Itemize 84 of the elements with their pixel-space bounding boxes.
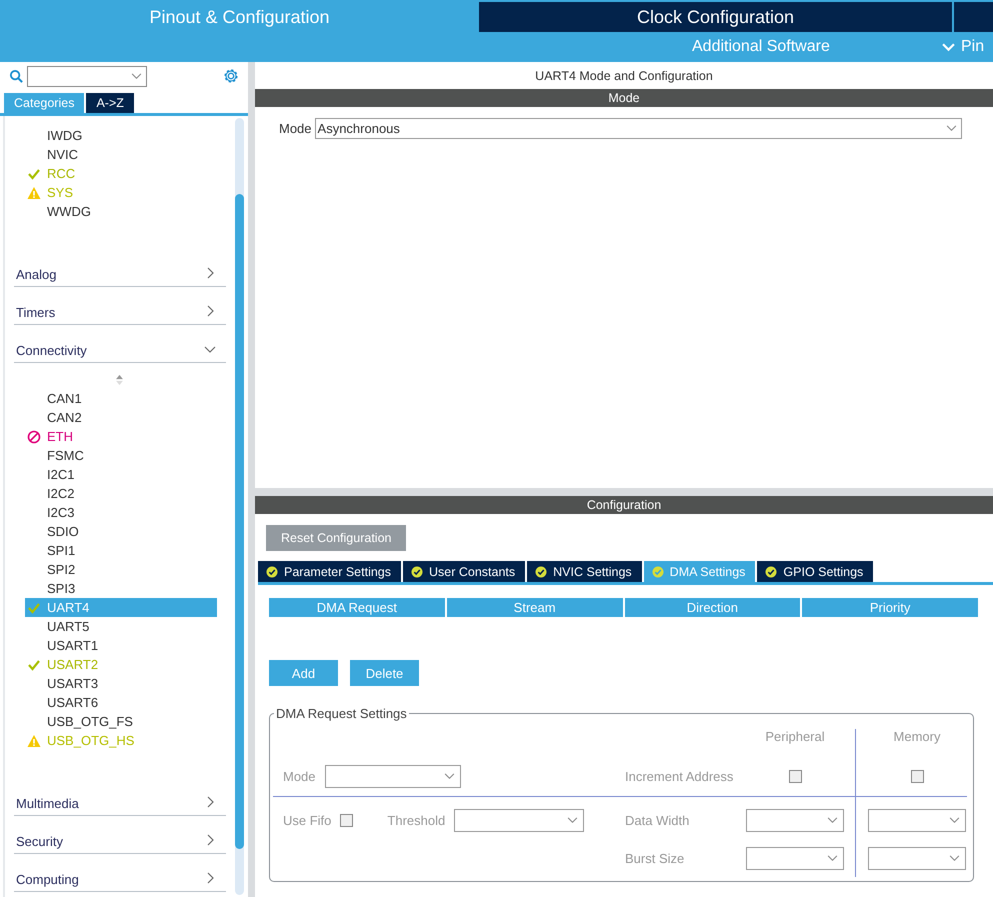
chevron-down-icon: [827, 816, 838, 824]
mode-dropdown[interactable]: Asynchronous: [314, 118, 962, 139]
dropdown[interactable]: [746, 846, 844, 870]
column-heading: Memory: [892, 729, 942, 744]
group-title: DMA Request Settings: [274, 706, 409, 721]
category-header[interactable]: Analog: [14, 249, 226, 287]
dropdown[interactable]: [746, 808, 844, 832]
checkbox[interactable]: [788, 770, 802, 782]
scrollbar-thumb[interactable]: [235, 194, 244, 849]
peripheral-item[interactable]: NVIC: [25, 145, 217, 164]
peripheral-item[interactable]: USART6: [25, 693, 217, 712]
prohibited-icon: [27, 430, 41, 444]
category-header[interactable]: Computing: [14, 854, 226, 892]
scrollbar[interactable]: [235, 118, 244, 895]
check-circle-icon: [266, 566, 278, 578]
column-header: Priority: [802, 598, 978, 617]
peripheral-item[interactable]: SPI3: [25, 579, 217, 598]
chevron-down-icon: [946, 125, 957, 132]
panel-title: UART4 Mode and Configuration: [534, 68, 714, 85]
field-label: Use Fifo: [283, 812, 332, 828]
peripheral-item[interactable]: IWDG: [25, 126, 217, 145]
peripheral-item[interactable]: USART3: [25, 674, 217, 693]
peripheral-item[interactable]: SDIO: [25, 522, 217, 541]
category-header[interactable]: Timers: [14, 287, 226, 325]
peripheral-item[interactable]: I2C3: [25, 503, 217, 522]
field-label: Mode: [279, 121, 312, 136]
dropdown[interactable]: [868, 808, 966, 832]
peripheral-item[interactable]: I2C2: [25, 484, 217, 503]
check-circle-icon: [411, 566, 423, 578]
field-label: Burst Size: [625, 850, 686, 866]
section-header: Mode: [255, 89, 993, 107]
tab[interactable]: Clock Configuration: [479, 2, 952, 32]
peripheral-item[interactable]: SPI1: [25, 541, 217, 560]
tab[interactable]: GPIO Settings: [757, 561, 874, 582]
peripheral-item[interactable]: ETH: [25, 427, 217, 446]
tab[interactable]: Parameter Settings: [258, 561, 401, 582]
peripheral-item[interactable]: USART1: [25, 636, 217, 655]
peripheral-item[interactable]: FSMC: [25, 446, 217, 465]
peripheral-item[interactable]: USB_OTG_FS: [25, 712, 217, 731]
peripheral-item[interactable]: UART5: [25, 617, 217, 636]
chevron-down-icon: [567, 816, 578, 824]
peripheral-item[interactable]: SPI2: [25, 560, 217, 579]
check-circle-icon: [765, 566, 778, 578]
column-header: Stream: [446, 598, 622, 617]
field-label: Increment Address: [625, 768, 734, 784]
threshold-dropdown[interactable]: [454, 808, 584, 832]
tab[interactable]: NVIC Settings: [527, 561, 642, 582]
column-heading: Peripheral: [764, 729, 826, 744]
checkbox[interactable]: [910, 770, 924, 782]
column-header: Direction: [624, 598, 800, 617]
sort-icon[interactable]: [115, 374, 124, 386]
category-header[interactable]: Security: [14, 816, 226, 854]
field-label: Data Width: [625, 812, 690, 828]
tab[interactable]: A->Z: [86, 93, 134, 113]
warning-icon: [27, 734, 41, 748]
category-header[interactable]: Connectivity: [14, 325, 226, 363]
tab[interactable]: User Constants: [403, 561, 526, 582]
check-icon: [27, 600, 41, 614]
category-header[interactable]: Multimedia: [14, 778, 226, 816]
check-circle-icon: [535, 566, 548, 578]
search-icon[interactable]: [9, 68, 24, 84]
peripheral-item[interactable]: CAN1: [25, 389, 217, 408]
settings-icon[interactable]: [222, 67, 240, 85]
check-circle-icon: [652, 566, 664, 578]
warning-icon: [27, 186, 41, 200]
chevron-down-icon: [827, 854, 838, 862]
field-label: Mode: [283, 768, 316, 784]
field-label: Threshold: [387, 812, 446, 828]
chevron-down-icon: [131, 72, 142, 80]
column-header: DMA Request: [269, 598, 445, 617]
chevron-down-icon: [444, 772, 455, 780]
dropdown[interactable]: [868, 846, 966, 870]
chevron-down-icon: [949, 816, 960, 824]
chevron-down-icon: [949, 854, 960, 862]
section-header: Configuration: [255, 496, 993, 514]
check-icon: [27, 166, 41, 180]
check-icon: [27, 658, 41, 672]
mode-dropdown[interactable]: [324, 764, 461, 788]
search-field[interactable]: [27, 66, 147, 86]
peripheral-item[interactable]: CAN2: [25, 408, 217, 427]
peripheral-item[interactable]: I2C1: [25, 465, 217, 484]
chevron-down-icon: [942, 42, 955, 52]
peripheral-item[interactable]: WWDG: [25, 202, 217, 221]
checkbox[interactable]: [340, 814, 354, 826]
